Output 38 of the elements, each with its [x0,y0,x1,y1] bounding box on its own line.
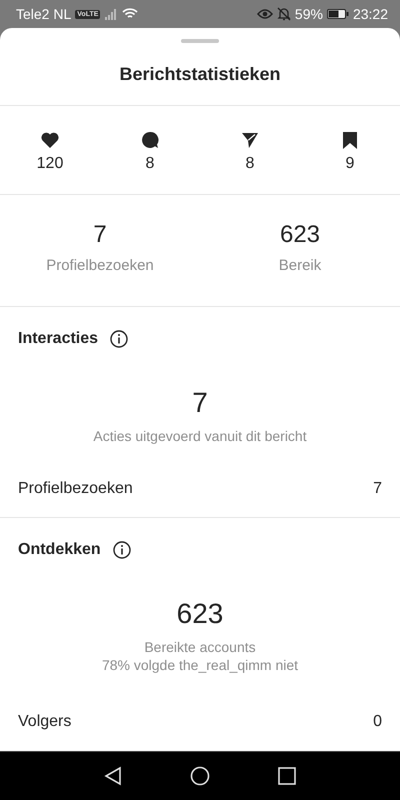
paper-plane-icon [241,131,259,149]
sheet-title: Berichtstatistieken [118,64,282,86]
row-value: 0 [373,713,382,731]
metric-label: Profielbezoeken [46,257,154,274]
recent-apps-icon[interactable] [278,767,296,785]
metric-value: 623 [280,221,320,249]
engagement-count: 9 [346,155,354,173]
engagement-count: 120 [36,155,64,173]
home-icon[interactable] [190,766,210,786]
section-caption: Bereikte accounts [144,638,256,656]
engagement-count: 8 [146,155,154,173]
section-total: 7 [192,387,208,419]
drag-handle[interactable] [181,39,219,43]
metric-label: Bereik [278,257,322,274]
engagement-count: 8 [246,155,254,173]
section-heading: Interacties [18,330,98,348]
section-heading: Ontdekken [18,541,101,559]
carrier-name: Tele2 NL [16,6,72,22]
info-icon[interactable] [112,541,131,559]
bell-off-icon [276,7,291,21]
section-caption: Acties uitgevoerd vanuit dit bericht [93,427,307,445]
wifi-icon [122,8,138,20]
battery-percent: 59% [294,6,323,22]
metric-value: 7 [93,221,107,249]
heart-icon [40,131,60,149]
battery-icon [326,8,349,20]
section-caption: 78% volgde the_real_qimm niet [102,656,298,674]
row-label: Volgers [18,713,72,731]
back-icon[interactable] [104,766,122,786]
eye-icon [256,8,273,20]
row-value: 7 [373,480,382,498]
signal-icon [104,8,118,20]
section-total: 623 [176,598,224,630]
speech-bubble-icon [141,131,159,149]
clock: 23:22 [352,6,388,22]
bookmark-icon [342,131,358,149]
row-label: Profielbezoeken [18,480,133,498]
info-icon[interactable] [110,330,128,348]
